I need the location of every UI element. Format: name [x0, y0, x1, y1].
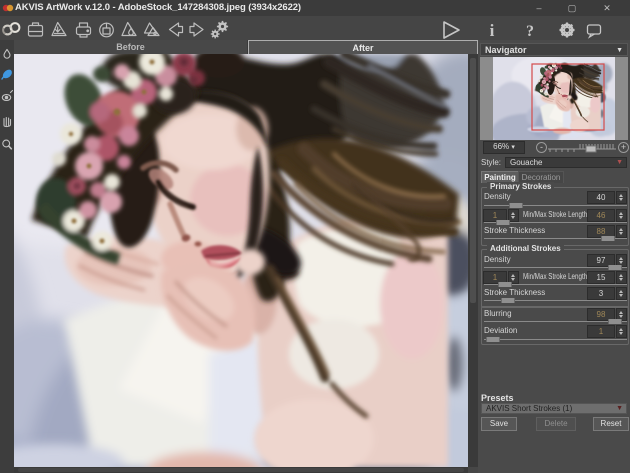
svg-text:?: ?	[526, 23, 534, 40]
svg-text:i: i	[490, 21, 495, 40]
